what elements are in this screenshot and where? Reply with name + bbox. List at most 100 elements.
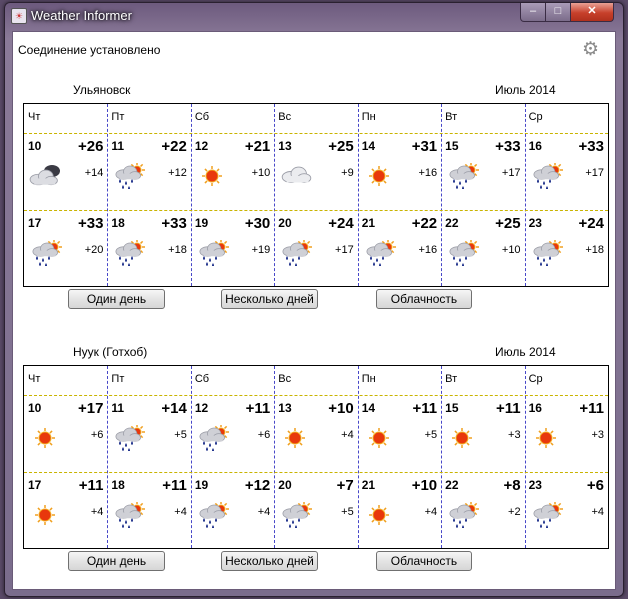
max-temperature: +33	[77, 214, 104, 232]
max-temperature: +6	[586, 476, 604, 494]
max-temperature: +24	[578, 214, 604, 232]
day-number: 22	[445, 215, 459, 230]
day-cell[interactable]: 20 +7 +5	[274, 472, 357, 549]
weekday-header: Чт	[28, 373, 41, 385]
sun-icon	[28, 425, 62, 451]
client-area: Соединение установлено ⚙ Ульяновск Июль …	[12, 31, 616, 590]
day-number: 14	[361, 139, 376, 153]
min-temperature: +12	[168, 167, 187, 179]
rain-sun-icon	[111, 500, 146, 529]
max-temperature: +33	[161, 214, 187, 232]
day-cell[interactable]: 15 +11 +3	[441, 395, 524, 472]
day-cell[interactable]: 17 +33 +20	[24, 210, 107, 287]
day-cell[interactable]: 22 +25 +10	[441, 210, 524, 287]
day-number: 11	[111, 139, 125, 153]
day-number: 16	[528, 139, 542, 153]
sun-icon	[362, 163, 396, 189]
day-number: 21	[361, 477, 376, 492]
day-number: 20	[278, 215, 292, 230]
day-cell[interactable]: 12 +11 +6	[191, 395, 274, 472]
max-temperature: +11	[579, 400, 604, 417]
day-cell[interactable]: 23 +6 +4	[525, 472, 608, 549]
one-day-button-1[interactable]: Один день	[68, 289, 165, 309]
max-temperature: +30	[244, 214, 271, 232]
day-cell[interactable]: 10 +26 +14	[24, 133, 107, 210]
day-cell[interactable]: 12 +21 +10	[191, 133, 274, 210]
max-temperature: +22	[161, 138, 187, 155]
title-bar[interactable]: ☀ Weather Informer – □ ✕	[5, 3, 623, 29]
min-temperature: +10	[501, 243, 521, 256]
day-cell[interactable]: 11 +14 +5	[107, 395, 190, 472]
day-number: 17	[28, 215, 42, 230]
forecast-grid-1: Чт Пт Сб Вс Пн Вт Ср 10 +26 +14 11 +22 +12 12 …	[23, 103, 609, 287]
day-cell[interactable]: 13 +25 +9	[274, 133, 357, 210]
rain-sun-icon	[362, 238, 396, 267]
max-temperature: +11	[78, 476, 104, 494]
rain-sun-icon	[111, 424, 146, 452]
max-temperature: +10	[411, 476, 438, 494]
day-number: 20	[278, 477, 292, 492]
forecast-grid-2: Чт Пт Сб Вс Пн Вт Ср 10 +17 +6 11 +14 +5 12 +1…	[23, 365, 609, 549]
sun-icon	[529, 425, 563, 451]
max-temperature: +24	[328, 214, 354, 232]
min-temperature: +4	[424, 505, 438, 518]
day-cell[interactable]: 18 +11 +4	[107, 472, 190, 549]
day-cell[interactable]: 16 +11 +3	[525, 395, 608, 472]
max-temperature: +31	[411, 138, 438, 155]
city-name-1: Ульяновск	[73, 83, 131, 97]
min-temperature: +4	[174, 505, 187, 518]
day-cell[interactable]: 10 +17 +6	[24, 395, 107, 472]
min-temperature: +6	[257, 429, 271, 441]
app-window: ☀ Weather Informer – □ ✕ Соединение уста…	[4, 2, 624, 597]
weekday-header: Пт	[111, 111, 125, 123]
one-day-button-2[interactable]: Один день	[68, 551, 165, 571]
day-cell[interactable]: 14 +31 +16	[358, 133, 441, 210]
day-cell[interactable]: 23 +24 +18	[525, 210, 608, 287]
max-temperature: +25	[495, 214, 521, 232]
close-button[interactable]: ✕	[570, 3, 614, 22]
weekday-header: Сб	[194, 111, 210, 123]
sun-icon	[278, 425, 312, 451]
day-cell[interactable]: 13 +10 +4	[274, 395, 357, 472]
max-temperature: +33	[578, 138, 604, 155]
day-number: 23	[528, 215, 542, 230]
day-cell[interactable]: 17 +11 +4	[24, 472, 107, 549]
day-cell[interactable]: 19 +30 +19	[191, 210, 274, 287]
min-temperature: +3	[591, 429, 604, 441]
day-cell[interactable]: 18 +33 +18	[107, 210, 190, 287]
day-number: 17	[28, 477, 42, 492]
day-cell[interactable]: 20 +24 +17	[274, 210, 357, 287]
rain-sun-icon	[28, 238, 62, 267]
rain-sun-icon	[195, 424, 229, 452]
max-temperature: +8	[503, 476, 521, 494]
several-days-button-1[interactable]: Несколько дней	[221, 289, 318, 309]
several-days-button-2[interactable]: Несколько дней	[221, 551, 318, 571]
day-cell[interactable]: 15 +33 +17	[441, 133, 524, 210]
maximize-button[interactable]: □	[545, 3, 571, 22]
day-cell[interactable]: 11 +22 +12	[107, 133, 190, 210]
day-number: 19	[194, 215, 209, 230]
min-temperature: +17	[335, 243, 354, 256]
city-name-2: Нуук (Готхоб)	[73, 345, 148, 359]
clouds-button-2[interactable]: Облачность	[376, 551, 472, 571]
day-number: 19	[194, 477, 209, 492]
day-cell[interactable]: 19 +12 +4	[191, 472, 274, 549]
weekday-header: Сб	[194, 373, 210, 385]
minimize-button[interactable]: –	[520, 3, 546, 22]
day-cell[interactable]: 14 +11 +5	[358, 395, 441, 472]
min-temperature: +5	[341, 505, 354, 518]
day-cell[interactable]: 21 +22 +16	[358, 210, 441, 287]
clouds-button-1[interactable]: Облачность	[376, 289, 472, 309]
month-label-1: Июль 2014	[495, 83, 556, 97]
rain-sun-icon	[445, 500, 480, 529]
min-temperature: +14	[84, 167, 104, 179]
rain-sun-icon	[529, 500, 563, 529]
day-cell[interactable]: 21 +10 +4	[358, 472, 441, 549]
day-cell[interactable]: 16 +33 +17	[525, 133, 608, 210]
day-number: 10	[28, 401, 42, 415]
day-cell[interactable]: 22 +8 +2	[441, 472, 524, 549]
rain-sun-icon	[529, 238, 563, 267]
gear-icon[interactable]: ⚙	[582, 38, 599, 61]
sun-icon	[362, 425, 396, 451]
max-temperature: +21	[244, 138, 271, 155]
